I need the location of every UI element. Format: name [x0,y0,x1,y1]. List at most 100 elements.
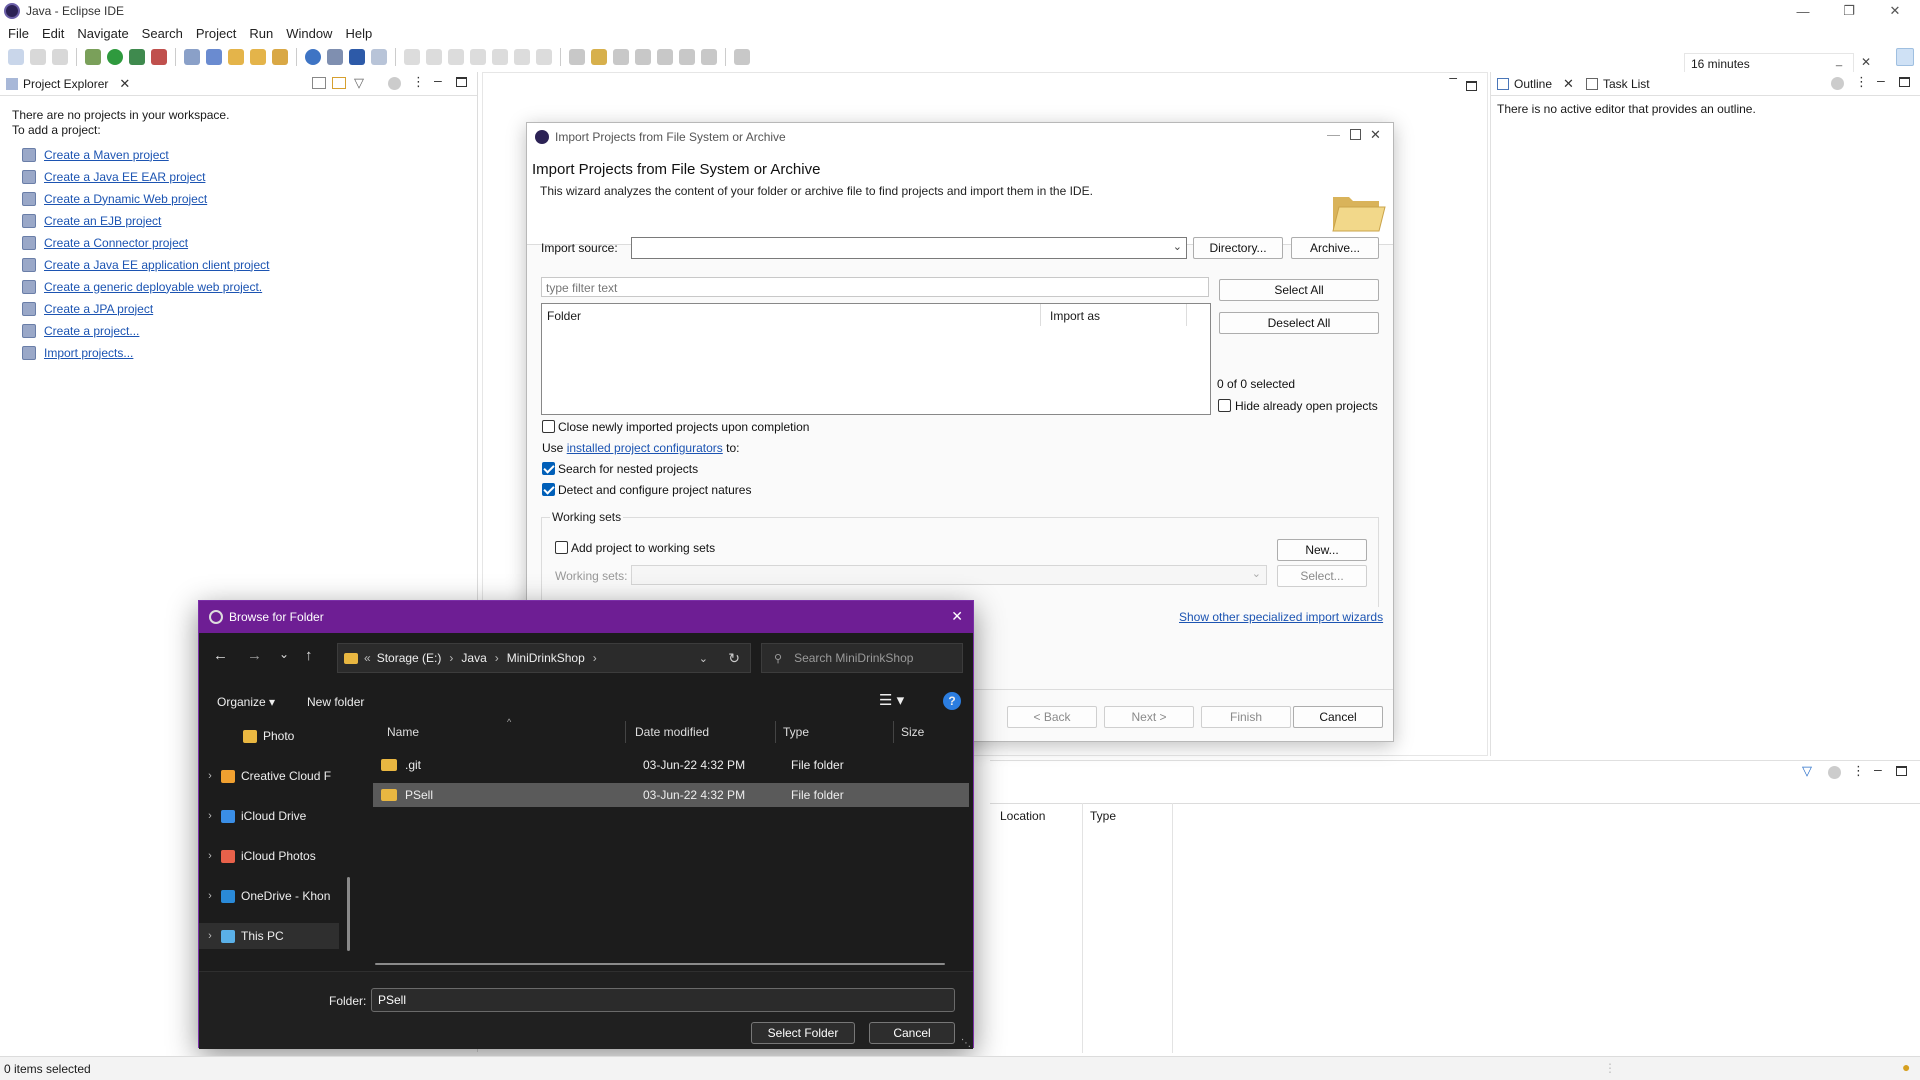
link-editor-icon[interactable] [332,77,346,89]
link-text[interactable]: Create a project... [44,324,139,339]
horizontal-scrollbar[interactable] [375,963,945,965]
suspend-icon[interactable] [426,49,442,65]
create-maven-link[interactable]: Create a Maven project [22,144,465,166]
restore-icon[interactable]: ❐ [1826,0,1872,22]
open-task-icon[interactable] [250,49,266,65]
chevron-down-icon[interactable]: ⌄ [1173,240,1182,253]
resume-icon[interactable] [404,49,420,65]
toggle-block-icon[interactable] [591,49,607,65]
column-location[interactable]: Location [1000,809,1045,823]
filter-input[interactable]: type filter text [541,277,1209,297]
menu-window[interactable]: Window [286,26,332,41]
create-connector-link[interactable]: Create a Connector project [22,232,465,254]
new-web-icon[interactable] [206,49,222,65]
step-over-icon[interactable] [514,49,530,65]
terminate-icon[interactable] [448,49,464,65]
archive-button[interactable]: Archive... [1291,237,1379,259]
new-server-icon[interactable] [184,49,200,65]
save-all-icon[interactable] [52,49,68,65]
menu-search[interactable]: Search [142,26,183,41]
perspective-icon[interactable] [1896,48,1914,66]
next-annotation-icon[interactable] [613,49,629,65]
focus-icon[interactable] [1828,766,1841,779]
collapse-all-icon[interactable] [312,77,326,89]
next-button[interactable]: Next > [1104,706,1194,728]
column-divider[interactable] [893,721,894,743]
view-options-icon[interactable]: ☰ ▾ [879,691,904,709]
back-icon[interactable] [679,49,695,65]
link-text[interactable]: Create a Maven project [44,148,169,163]
forward-icon[interactable] [701,49,717,65]
tab-outline[interactable]: Outline ✕ [1491,72,1580,96]
close-icon[interactable]: ✕ [951,608,963,625]
create-ear-link[interactable]: Create a Java EE EAR project [22,166,465,188]
minimize-view-icon[interactable]: – [1877,72,1885,88]
link-text[interactable]: Create an EJB project [44,214,161,229]
other-import-wizards-link[interactable]: Show other specialized import wizards [1179,610,1383,624]
column-import-as[interactable]: Import as [1050,309,1100,323]
close-icon[interactable]: ✕ [1370,127,1381,143]
close-newly-label[interactable]: Close newly imported projects upon compl… [558,420,809,434]
toggle-mark-icon[interactable] [569,49,585,65]
new-working-set-button[interactable]: New... [1277,539,1367,561]
add-to-working-sets-checkbox[interactable] [555,541,568,554]
column-divider[interactable] [775,721,776,743]
back-arrow-icon[interactable]: ← [213,647,228,664]
link-text[interactable]: Create a generic deployable web project. [44,280,262,295]
column-divider[interactable] [625,721,626,743]
view-menu-icon[interactable]: ⋮ [1852,763,1865,779]
column-type[interactable]: Type [783,717,809,747]
search-nested-label[interactable]: Search for nested projects [558,462,698,476]
create-generic-web-link[interactable]: Create a generic deployable web project. [22,276,465,298]
select-all-button[interactable]: Select All [1219,279,1379,301]
chevron-right-icon[interactable]: › [199,810,221,822]
focus-icon[interactable] [1831,77,1844,90]
chevron-down-icon[interactable]: ⌄ [699,652,708,665]
chevron-right-icon[interactable]: › [199,850,221,862]
folder-name-input[interactable]: PSell [371,988,955,1012]
open-type-icon[interactable] [228,49,244,65]
hide-open-checkbox[interactable] [1218,399,1231,412]
last-edit-icon[interactable] [657,49,673,65]
close-icon[interactable]: ✕ [1861,55,1871,69]
console-icon[interactable] [349,49,365,65]
lightbulb-icon[interactable]: ● [1902,1059,1910,1075]
step-return-icon[interactable] [536,49,552,65]
disconnect-icon[interactable] [470,49,486,65]
create-dynamic-web-link[interactable]: Create a Dynamic Web project [22,188,465,210]
deselect-all-button[interactable]: Deselect All [1219,312,1379,334]
chevron-right-icon[interactable]: › [199,770,221,782]
search-input[interactable]: ⚲ Search MiniDrinkShop [761,643,963,673]
previous-annotation-icon[interactable] [635,49,651,65]
view-menu-icon[interactable]: ⋮ [1855,74,1868,90]
help-icon[interactable]: ? [943,692,961,710]
column-size[interactable]: Size [901,717,924,747]
menu-project[interactable]: Project [196,26,236,41]
view-menu-icon[interactable]: ⋮ [412,74,425,90]
import-projects-link[interactable]: Import projects... [22,342,465,364]
import-source-combo[interactable]: ⌄ [631,237,1187,259]
filter-icon[interactable]: ▽ [354,75,364,91]
column-name[interactable]: Name [387,717,419,747]
recent-locations-icon[interactable]: ⌄ [279,647,289,661]
forward-arrow-icon[interactable]: → [247,647,262,664]
nav-item-onedrive[interactable]: › OneDrive - Khon [199,883,349,909]
back-button[interactable]: < Back [1007,706,1097,728]
cancel-button[interactable]: Cancel [1293,706,1383,728]
chevron-right-icon[interactable]: › [199,890,221,902]
coverage-icon[interactable] [129,49,145,65]
nav-item-creative-cloud[interactable]: › Creative Cloud F [199,763,349,789]
run-icon[interactable] [107,49,123,65]
projects-table[interactable]: Folder Import as [541,303,1211,415]
tab-project-explorer[interactable]: Project Explorer ✕ [0,72,136,96]
directory-button[interactable]: Directory... [1193,237,1283,259]
maximize-view-icon[interactable] [1896,766,1907,776]
menu-run[interactable]: Run [249,26,273,41]
maximize-icon[interactable] [1350,129,1361,140]
chevron-down-icon[interactable]: ⌄ [1252,567,1261,580]
breadcrumb-java[interactable]: Java [461,651,486,665]
minimize-icon[interactable]: — [1327,127,1340,142]
filter-icon[interactable]: ▽ [1802,763,1812,779]
overflow-icon[interactable]: « [364,651,371,665]
create-jpa-link[interactable]: Create a JPA project [22,298,465,320]
